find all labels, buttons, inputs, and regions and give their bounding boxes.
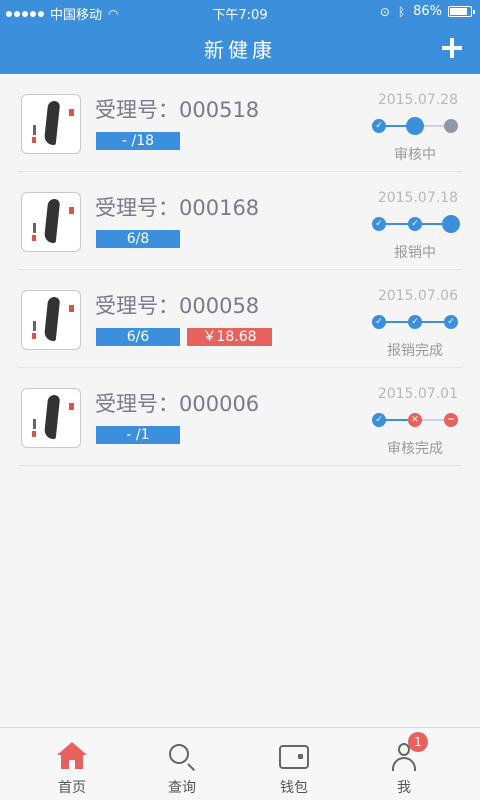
tab-query[interactable]: 查询 xyxy=(152,728,212,800)
app-header: 中国移动 ◠ 下午7:09 ⊙ ᛒ 86% 新健康 xyxy=(0,0,480,74)
tab-label: 查询 xyxy=(168,780,196,796)
acceptance-number: 受理号：000518 xyxy=(95,98,260,122)
notification-badge: 1 xyxy=(408,732,428,752)
list-item[interactable]: 受理号：000006 - /1 2015.07.01 ✓ ✕ − 审核完成 xyxy=(18,368,462,466)
progress-tracker: ✓ ✓ ✓ xyxy=(372,312,458,332)
tab-label: 钱包 xyxy=(280,780,308,796)
status-bar: 中国移动 ◠ 下午7:09 ⊙ ᛒ 86% xyxy=(0,0,480,24)
step-current-icon xyxy=(406,117,424,135)
step-failed-icon: ✕ xyxy=(408,413,422,427)
list-item[interactable]: 受理号：000168 6/8 2015.07.18 ✓ ✓ 报销中 xyxy=(18,172,462,270)
count-badge: 6/6 xyxy=(96,328,180,346)
record-status: 报销中 xyxy=(394,245,436,261)
step-done-icon: ✓ xyxy=(372,119,386,133)
list-item[interactable]: 受理号：000518 - /18 2015.07.28 ✓ 审核中 xyxy=(18,74,462,172)
step-pending-icon xyxy=(444,119,458,133)
record-status: 报销完成 xyxy=(387,343,443,359)
calligraphy-thumbnail xyxy=(21,192,81,252)
battery-percent: 86% xyxy=(413,4,442,19)
bluetooth-icon: ᛒ xyxy=(397,4,406,19)
claim-list: 受理号：000518 - /18 2015.07.28 ✓ 审核中 受理号：00… xyxy=(0,74,480,466)
battery-fill xyxy=(450,8,468,15)
status-right: ⊙ ᛒ 86% xyxy=(379,4,475,19)
tab-wallet[interactable]: 钱包 xyxy=(264,728,324,800)
record-date: 2015.07.01 xyxy=(377,386,458,402)
count-badge: - /1 xyxy=(96,426,180,444)
calligraphy-thumbnail xyxy=(21,388,81,448)
acceptance-number: 受理号：000168 xyxy=(95,196,260,220)
tab-home[interactable]: 首页 xyxy=(42,728,102,800)
record-date: 2015.07.18 xyxy=(377,190,458,206)
step-done-icon: ✓ xyxy=(372,413,386,427)
amount-badge: ￥18.68 xyxy=(187,328,272,346)
record-date: 2015.07.28 xyxy=(377,92,458,108)
calligraphy-thumbnail xyxy=(21,94,81,154)
tab-label: 我 xyxy=(397,780,411,796)
record-status: 审核中 xyxy=(394,147,436,163)
record-status: 审核完成 xyxy=(387,441,443,457)
tab-label: 首页 xyxy=(58,780,86,796)
count-badge: 6/8 xyxy=(96,230,180,248)
step-done-icon: ✓ xyxy=(372,315,386,329)
page-title: 新健康 xyxy=(204,38,276,62)
step-done-icon: ✓ xyxy=(444,315,458,329)
rotation-lock-icon: ⊙ xyxy=(379,4,390,19)
step-done-icon: ✓ xyxy=(408,217,422,231)
step-rejected-icon: − xyxy=(444,413,458,427)
home-icon xyxy=(57,742,87,770)
acceptance-number: 受理号：000058 xyxy=(95,294,260,318)
plus-icon[interactable] xyxy=(442,38,462,58)
wallet-icon xyxy=(279,745,309,769)
step-done-icon: ✓ xyxy=(408,315,422,329)
record-date: 2015.07.06 xyxy=(377,288,458,304)
battery-icon xyxy=(448,6,475,17)
step-done-icon: ✓ xyxy=(372,217,386,231)
calligraphy-thumbnail xyxy=(21,290,81,350)
list-item[interactable]: 受理号：000058 6/6 ￥18.68 2015.07.06 ✓ ✓ ✓ 报销完… xyxy=(18,270,462,368)
progress-tracker: ✓ ✕ − xyxy=(372,410,458,430)
tab-bar: 首页 查询 钱包 1 我 xyxy=(0,727,480,800)
search-icon xyxy=(169,744,189,764)
acceptance-number: 受理号：000006 xyxy=(95,392,260,416)
count-badge: - /18 xyxy=(96,132,180,150)
tab-me[interactable]: 1 我 xyxy=(374,728,434,800)
progress-tracker: ✓ xyxy=(372,116,458,136)
progress-tracker: ✓ ✓ xyxy=(372,214,460,234)
step-current-icon xyxy=(442,215,460,233)
